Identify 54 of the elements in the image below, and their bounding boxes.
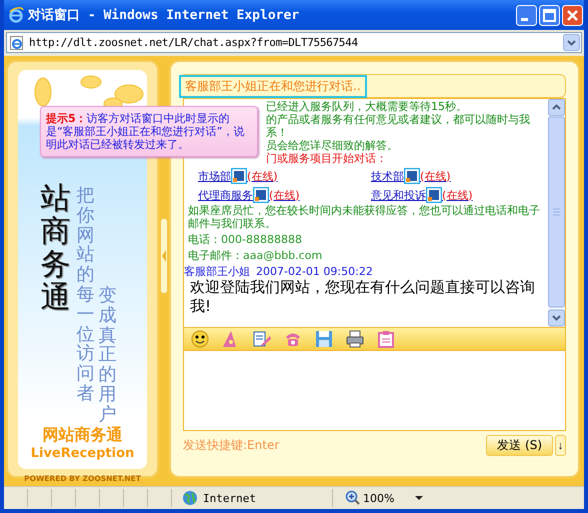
tooltip: 提示5：访客方对话窗口中此时显示的是“客服部王小姐正在和您进行对话”，说明此对话已经被转发过来了。 — [40, 106, 258, 157]
dropdown-button[interactable] — [563, 34, 580, 51]
chat-status: 客服部王小姐正在和您进行对话.. — [179, 74, 367, 98]
brand-subtitle: LiveReception — [30, 446, 134, 461]
notice-text: 已经进入服务队列，大概需要等待15秒。 — [266, 100, 467, 113]
url-text: http://dlt.zoosnet.net/LR/chat.aspx?from=DLT75567544 — [29, 36, 359, 49]
message-text: 欢迎登陆我们网站，您现在有什么问题直接可以咨询我! — [189, 278, 536, 316]
security-zone-text: Internet — [203, 492, 256, 504]
send-button[interactable]: 发送 (S) — [486, 435, 553, 456]
clipboard-icon[interactable] — [376, 329, 396, 349]
zoom-menu-arrow-icon[interactable] — [415, 496, 423, 500]
online-status-link[interactable]: (在线) — [247, 170, 278, 182]
department-link[interactable]: 市场部 — [198, 170, 231, 182]
department-link[interactable]: 意见和投诉 — [371, 188, 426, 202]
department-link[interactable]: 代理商服务 — [198, 188, 253, 202]
contact-note: 如果座席员忙，您在较长时间内未能获得应答，您也可以通过电话和电子邮件与我们联系。 — [188, 204, 541, 230]
sender-name: 客服部王小姐 — [184, 265, 250, 278]
scrollbar[interactable] — [548, 99, 565, 327]
notice-text: 系！ — [266, 126, 288, 139]
message-time: 2007-02-01 09:50:22 — [256, 265, 373, 278]
shortcut-key: Enter — [247, 438, 280, 452]
message-input[interactable] — [183, 351, 566, 431]
globe-icon — [182, 490, 198, 506]
smiley-icon[interactable] — [190, 329, 210, 349]
close-button[interactable] — [562, 4, 583, 26]
window-title: 对话窗口 - Windows Internet Explorer — [28, 6, 300, 24]
save-icon[interactable] — [314, 329, 334, 349]
brand-name: 网站商务通 — [42, 424, 122, 446]
minimize-button[interactable] — [516, 4, 537, 26]
address-field[interactable]: http://dlt.zoosnet.net/LR/chat.aspx?from=DLT75567544 — [6, 32, 582, 53]
email-label: 电子邮件： — [188, 249, 243, 262]
browser-icon — [8, 7, 24, 23]
edit-icon[interactable] — [252, 329, 272, 349]
printer-icon[interactable] — [345, 329, 365, 349]
zoom-control[interactable]: 100% — [345, 490, 415, 506]
maximize-button[interactable] — [539, 4, 560, 26]
slogan-text: 站商务通 — [40, 182, 70, 317]
online-status-link[interactable]: (在线) — [269, 188, 300, 202]
notice-text: 的产品或者服务有任何意见或者建议，都可以随时与我 — [266, 113, 530, 126]
notice-text: 员会给您详尽细致的解答。 — [266, 139, 398, 152]
slogan-column: 变成真正的用户 — [98, 286, 116, 425]
online-status-link[interactable]: (在线) — [442, 188, 473, 202]
online-status-link[interactable]: (在线) — [420, 170, 451, 182]
options-button[interactable]: ↓ — [555, 435, 566, 456]
department-link[interactable]: 技术部 — [371, 170, 404, 182]
page-icon — [9, 34, 25, 50]
email-address: aaa@bbb.com — [243, 249, 322, 262]
collapse-handle[interactable] — [160, 218, 168, 294]
notice-text: 门或服务项目开始对话： — [266, 152, 387, 165]
slogan-column: 把你网站的每一位访问者 — [76, 186, 94, 425]
shortcut-label: 发送快捷键: — [183, 438, 248, 452]
phone-label: 电话： — [188, 233, 221, 246]
zoom-icon — [345, 490, 361, 506]
phone-number: 000-88888888 — [221, 233, 302, 246]
